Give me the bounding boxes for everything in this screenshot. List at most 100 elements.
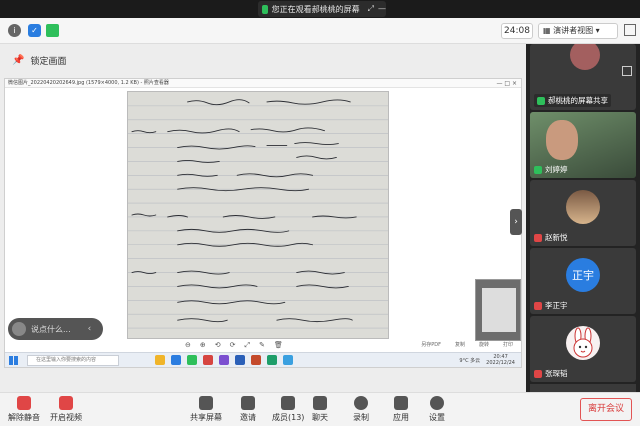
rotate-right-icon[interactable]: ⟳ [230, 341, 236, 350]
shield-icon[interactable]: ✓ [28, 24, 41, 37]
share-screen-label: 共享屏幕 [190, 413, 222, 422]
fullscreen-button[interactable] [624, 24, 636, 36]
copy-button[interactable]: 复制 [455, 341, 465, 348]
person-face [546, 120, 578, 160]
chevron-left-icon[interactable]: ‹ [88, 324, 92, 334]
share-status-icon [262, 4, 268, 14]
viewer-title: 微信图片_20220420202649.jpg (1579×4000, 1.2 … [8, 80, 169, 86]
taskbar-search[interactable]: 在这里输入你要搜索的内容 [27, 355, 119, 366]
video-off-icon [59, 396, 73, 410]
leave-meeting-button[interactable]: 离开会议 [580, 398, 632, 421]
viewer-actions: 另存PDF 复制 旋转 打印 [421, 341, 513, 348]
video-button[interactable]: 开启视频 [50, 396, 82, 423]
fit-icon[interactable]: ⤢ [245, 341, 251, 350]
participant-name: 刘婷婷 [545, 165, 568, 174]
mic-on-icon [537, 96, 545, 105]
record-icon [354, 396, 368, 410]
invite-button[interactable]: 邀请 [240, 396, 256, 423]
collapse-panel-handle[interactable]: › [510, 209, 522, 235]
save-pdf-button[interactable]: 另存PDF [421, 341, 441, 348]
participant-name: 郝桃桃的屏幕共享 [548, 96, 608, 105]
settings-button[interactable]: 设置 [429, 396, 445, 423]
zoom-out-icon[interactable]: ⊖ [185, 341, 191, 350]
clock-date: 2022/12/24 [486, 360, 515, 366]
meeting-app-icon[interactable] [283, 355, 293, 365]
handwritten-notes-image [128, 92, 388, 338]
record-label: 录制 [353, 413, 369, 422]
expand-icon[interactable]: ⤢ [368, 4, 374, 14]
invite-label: 邀请 [240, 413, 256, 422]
excel-icon[interactable] [267, 355, 277, 365]
mic-off-icon [534, 369, 542, 378]
thumbnail-preview[interactable] [475, 279, 521, 341]
powerpoint-icon[interactable] [251, 355, 261, 365]
rotate-button[interactable]: 旋转 [479, 341, 489, 348]
view-mode-label: 演讲者视图 [553, 26, 594, 35]
members-label: 成员(13) [272, 413, 305, 422]
mic-off-icon [534, 233, 542, 242]
chat-label: 聊天 [312, 413, 328, 422]
taskbar-apps [155, 355, 293, 365]
unmute-label: 解除静音 [8, 413, 40, 422]
main-stage: 📌 锁定画面 微信图片_20220420202649.jpg (1579×400… [0, 44, 526, 392]
lock-view-button[interactable]: 📌 锁定画面 [12, 54, 66, 67]
participant-tile[interactable]: 刘婷婷 [530, 112, 636, 178]
browser-icon[interactable] [171, 355, 181, 365]
top-banner: 您正在观看郝桃桃的屏幕 ⤢ — [0, 0, 640, 18]
settings-label: 设置 [429, 413, 445, 422]
word-icon[interactable] [235, 355, 245, 365]
onenote-icon[interactable] [219, 355, 229, 365]
chat-placeholder: 说点什么... [31, 324, 71, 334]
windows-start-icon[interactable] [9, 356, 18, 365]
edit-icon[interactable]: ✎ [259, 341, 265, 350]
view-mode-button[interactable]: ▦ 演讲者视图 ▾ [538, 23, 618, 39]
participant-tile[interactable]: 郝桃桃的屏幕共享 [530, 44, 636, 110]
rotate-left-icon[interactable]: ⟲ [215, 341, 221, 350]
share-screen-button[interactable]: 共享屏幕 [190, 396, 222, 423]
folder-icon[interactable] [155, 355, 165, 365]
windows-taskbar: 在这里输入你要搜索的内容 9°C 多云 20:47 2022/12/24 [5, 352, 521, 367]
expand-icon[interactable] [622, 66, 632, 76]
participant-tile[interactable]: 赵新悦 [530, 180, 636, 246]
apps-button[interactable]: 应用 [393, 396, 409, 423]
invite-icon [241, 396, 255, 410]
unmute-button[interactable]: 解除静音 [8, 396, 40, 423]
members-button[interactable]: 成员(13) [272, 396, 304, 423]
chat-button[interactable]: 聊天 [312, 396, 328, 423]
mic-off-icon [17, 396, 31, 410]
avatar [566, 190, 600, 224]
lock-view-label: 锁定画面 [30, 57, 67, 67]
video-label: 开启视频 [50, 413, 82, 422]
chat-input[interactable]: 说点什么... ‹ [8, 318, 103, 340]
record-button[interactable]: 录制 [353, 396, 369, 423]
mic-on-icon [534, 165, 542, 174]
signal-icon[interactable] [46, 24, 59, 37]
members-icon [281, 396, 296, 410]
screen-share-indicator: 您正在观看郝桃桃的屏幕 ⤢ — [258, 1, 386, 17]
participant-tile[interactable]: 张琛韬 [530, 316, 636, 382]
viewer-window-controls[interactable]: — □ × [496, 79, 517, 87]
delete-icon[interactable]: 🗑 [274, 341, 283, 350]
apps-label: 应用 [393, 413, 409, 422]
wechat-icon[interactable] [187, 355, 197, 365]
share-banner-text: 您正在观看郝桃桃的屏幕 [271, 4, 360, 14]
participant-panel: 郝桃桃的屏幕共享 刘婷婷 赵新悦 正宇 李正宇 张琛韬 [526, 44, 640, 392]
pin-icon: 📌 [12, 55, 25, 66]
rabbit-icon [566, 326, 600, 360]
meeting-timer: 24:08 [501, 23, 533, 39]
share-screen-icon [199, 396, 213, 410]
avatar: 正宇 [566, 258, 600, 292]
zoom-in-icon[interactable]: ⊕ [200, 341, 206, 350]
meeting-toolbar: 解除静音 开启视频 共享屏幕 邀请 成员(13) 聊天 录制 应用 设置 离开会… [0, 392, 640, 426]
print-button[interactable]: 打印 [503, 341, 513, 348]
system-tray: 9°C 多云 20:47 2022/12/24 [459, 354, 515, 366]
participant-tile[interactable]: 正宇 李正宇 [530, 248, 636, 314]
participant-name: 李正宇 [545, 301, 568, 310]
notebook-photo [127, 91, 389, 339]
chat-icon [313, 396, 327, 410]
gear-icon [430, 396, 444, 410]
info-icon[interactable]: i [8, 24, 21, 37]
app-icon[interactable] [203, 355, 213, 365]
minimize-icon[interactable]: — [378, 4, 386, 14]
thumbnail-image [482, 288, 516, 332]
